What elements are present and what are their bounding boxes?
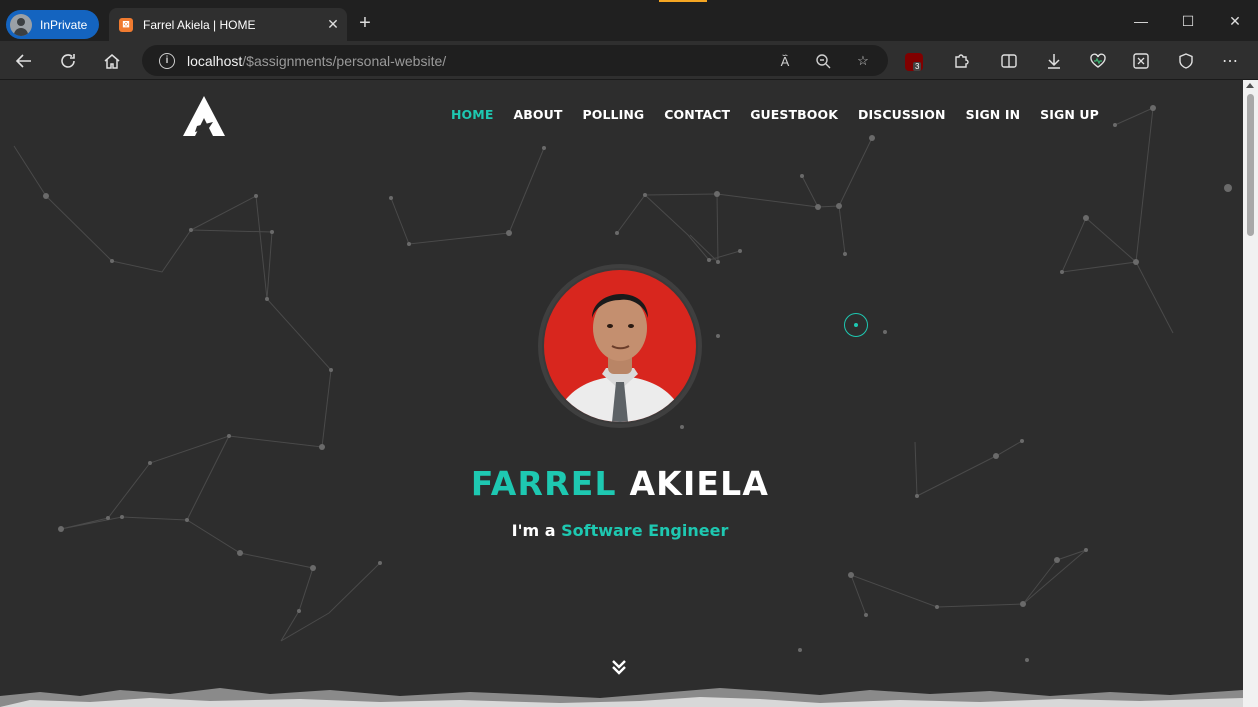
copilot-button[interactable] (1172, 47, 1200, 75)
scroll-up-arrow-icon[interactable] (1246, 83, 1254, 88)
nav-home[interactable]: HOME (451, 107, 493, 122)
main-nav: HOME ABOUT POLLING CONTACT GUESTBOOK DIS… (451, 107, 1119, 122)
browser-toolbar: i localhost/$assignments/personal-websit… (0, 41, 1258, 80)
ublock-extension-icon[interactable]: 3 (905, 53, 923, 71)
url-host: localhost (187, 52, 243, 69)
math-solver-button[interactable] (1127, 47, 1155, 75)
nav-contact[interactable]: CONTACT (664, 107, 730, 122)
heart-pulse-icon (1090, 53, 1106, 68)
profile-avatar-icon (10, 13, 32, 36)
browser-titlebar: InPrivate ⊠ Farrel Akiela | HOME ✕ + — ☐… (0, 0, 1258, 41)
zoom-icon[interactable] (812, 50, 834, 72)
url-path: /$assignments/personal-website/ (242, 52, 447, 69)
read-aloud-icon[interactable]: A᷈ (774, 50, 796, 72)
home-button[interactable] (98, 47, 126, 75)
nav-sign-in[interactable]: SIGN IN (966, 107, 1021, 122)
refresh-icon (61, 54, 75, 68)
person-portrait (554, 293, 686, 422)
tab-title: Farrel Akiela | HOME (143, 17, 256, 32)
minimize-button[interactable]: — (1119, 8, 1163, 34)
split-screen-icon (1001, 54, 1017, 68)
refresh-button[interactable] (54, 47, 82, 75)
profile-photo (538, 264, 702, 428)
favorite-star-icon[interactable]: ☆ (852, 50, 874, 72)
nav-sign-up[interactable]: SIGN UP (1040, 107, 1099, 122)
more-dots-icon: ⋯ (1222, 53, 1238, 70)
nav-discussion[interactable]: DISCUSSION (858, 107, 946, 122)
xampp-favicon-icon: ⊠ (119, 17, 133, 32)
web-page: HOME ABOUT POLLING CONTACT GUESTBOOK DIS… (0, 80, 1243, 707)
scrollbar-thumb[interactable] (1247, 94, 1254, 236)
tab-close-icon[interactable]: ✕ (319, 16, 347, 33)
site-info-icon[interactable]: i (159, 52, 175, 69)
tagline-prefix: I'm a (511, 521, 556, 540)
inprivate-badge[interactable]: InPrivate (6, 10, 99, 39)
browser-tab[interactable]: ⊠ Farrel Akiela | HOME ✕ (109, 8, 347, 41)
nav-about[interactable]: ABOUT (513, 107, 562, 122)
cursor-follower (844, 313, 868, 337)
hero-last-name: AKIELA (629, 464, 770, 503)
browser-essentials-button[interactable] (1084, 47, 1112, 75)
tagline-role: Software Engineer (561, 521, 729, 540)
inprivate-label: InPrivate (40, 17, 88, 32)
back-arrow-icon (15, 54, 31, 68)
tab-indicator (659, 0, 707, 2)
close-window-button[interactable]: ✕ (1213, 8, 1257, 34)
hero-first-name: FARREL (470, 464, 617, 503)
new-tab-button[interactable]: + (354, 12, 376, 34)
extensions-button[interactable] (947, 47, 975, 75)
puzzle-icon (955, 54, 969, 68)
more-menu-button[interactable]: ⋯ (1216, 47, 1244, 75)
page-scrollbar[interactable] (1243, 80, 1258, 707)
extension-badge-count: 3 (913, 62, 922, 71)
math-solver-icon (1133, 53, 1149, 69)
download-icon (1048, 54, 1060, 69)
split-screen-button[interactable] (995, 47, 1023, 75)
maximize-button[interactable]: ☐ (1166, 8, 1210, 34)
site-logo-icon[interactable] (183, 96, 225, 136)
address-bar[interactable]: i localhost/$assignments/personal-websit… (142, 45, 888, 76)
nav-polling[interactable]: POLLING (582, 107, 644, 122)
chevron-double-down-icon[interactable] (610, 658, 628, 676)
shield-icon (1179, 53, 1193, 69)
nav-guestbook[interactable]: GUESTBOOK (750, 107, 838, 122)
downloads-button[interactable] (1040, 47, 1068, 75)
hero-tagline: I'm a Software Engineer (0, 521, 1240, 540)
hero-name: FARREL AKIELA (0, 464, 1240, 503)
home-icon (104, 54, 120, 69)
back-button[interactable] (10, 47, 38, 75)
